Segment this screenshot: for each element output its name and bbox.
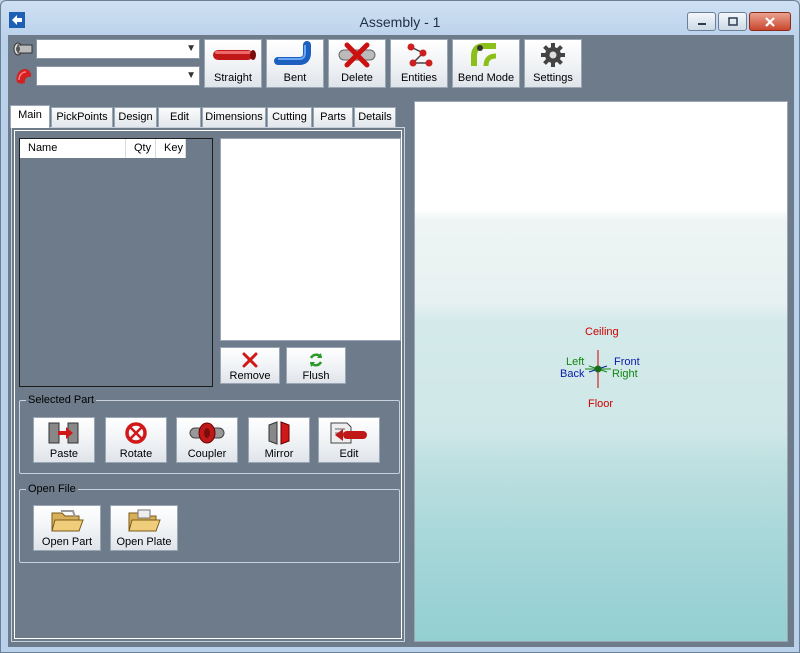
maximize-icon (727, 16, 738, 26)
delete-button[interactable]: Delete (328, 39, 386, 88)
bent-label: Bent (283, 72, 307, 84)
part-preview-box (220, 138, 401, 341)
selected-part-legend: Selected Part (26, 393, 97, 407)
tab-cutting[interactable]: Cutting (267, 107, 312, 127)
paste-button[interactable]: Paste (33, 417, 95, 463)
minimize-button[interactable] (687, 12, 716, 31)
open-file-legend: Open File (26, 482, 78, 496)
paste-label: Paste (49, 448, 79, 460)
open-part-label: Open Part (41, 536, 93, 548)
maximize-button[interactable] (718, 12, 747, 31)
rotate-icon (125, 422, 147, 444)
tab-dimensions[interactable]: Dimensions (202, 107, 266, 127)
delete-tube-icon (338, 42, 376, 68)
mirror-label: Mirror (264, 448, 294, 460)
coupler-button[interactable]: Coupler (176, 417, 238, 463)
parts-list[interactable]: Name Qty Key (19, 138, 213, 387)
straight-label: Straight (214, 72, 252, 84)
mirror-icon (268, 421, 290, 445)
material-icon (12, 66, 36, 86)
close-icon (765, 16, 775, 27)
chevron-down-icon[interactable]: ▼ (186, 43, 196, 54)
chevron-down-icon[interactable]: ▼ (186, 70, 196, 81)
column-qty[interactable]: Qty (126, 139, 156, 158)
coupler-label: Coupler (187, 448, 227, 460)
bend-mode-label: Bend Mode (457, 72, 515, 84)
settings-label: Settings (533, 72, 573, 84)
bend-mode-icon (471, 43, 497, 67)
open-plate-button[interactable]: Open Plate (110, 505, 178, 551)
delete-label: Delete (341, 72, 373, 84)
coupler-icon (189, 422, 225, 444)
floor-label: Floor (588, 398, 614, 410)
main-tab-content: Name Qty Key Remove Flush Selected Part … (14, 130, 402, 639)
open-file-group: Open File Open Part Open Plate (19, 482, 400, 563)
3d-viewport[interactable]: Ceiling Left Back Front Right Floor (414, 101, 788, 642)
entities-icon (407, 43, 433, 67)
edit-part-icon (330, 422, 367, 444)
column-key[interactable]: Key (156, 139, 186, 158)
flush-label: Flush (302, 370, 330, 382)
tab-edit[interactable]: Edit (158, 107, 201, 127)
edit-part-label: Edit (339, 448, 359, 460)
tab-pickpoints[interactable]: PickPoints (51, 107, 113, 127)
window-title: Assembly - 1 (359, 14, 441, 30)
ceiling-label: Ceiling (585, 326, 619, 338)
mirror-button[interactable]: Mirror (248, 417, 310, 463)
straight-tube-icon (213, 50, 256, 60)
bent-tube-icon (274, 41, 311, 65)
material-combo[interactable]: ▼ (36, 66, 200, 86)
straight-button[interactable]: Straight (204, 39, 262, 88)
remove-button[interactable]: Remove (220, 347, 280, 384)
parts-list-header: Name Qty Key (20, 139, 186, 158)
tube-profile-icon (12, 39, 36, 59)
rotate-label: Rotate (119, 448, 153, 460)
gear-icon (541, 43, 565, 67)
remove-x-icon (242, 352, 258, 368)
column-name[interactable]: Name (20, 139, 126, 158)
tube-profile-combo[interactable]: ▼ (36, 39, 200, 59)
edit-part-button[interactable]: Edit (318, 417, 380, 463)
tab-details[interactable]: Details (354, 107, 396, 127)
tube-profile-row: ▼ (12, 39, 200, 59)
close-button[interactable] (749, 12, 791, 31)
open-folder-icon (51, 510, 84, 532)
settings-button[interactable]: Settings (524, 39, 582, 88)
open-part-button[interactable]: Open Part (33, 505, 101, 551)
tab-main[interactable]: Main (10, 105, 50, 128)
bend-mode-button[interactable]: Bend Mode (452, 39, 520, 88)
rotate-button[interactable]: Rotate (105, 417, 167, 463)
bent-button[interactable]: Bent (266, 39, 324, 88)
minimize-icon (697, 22, 706, 25)
selected-part-group: Selected Part Paste Rotate Coupler Mirro… (19, 393, 400, 474)
paste-icon (48, 422, 79, 444)
client-area: ▼ ▼ Straight Bent Delete Entities Bend M… (8, 35, 794, 647)
main-tab-panel: Name Qty Key Remove Flush Selected Part … (11, 127, 405, 642)
remove-label: Remove (229, 370, 271, 382)
axis-gizmo (585, 350, 611, 388)
application-window: Assembly - 1 ▼ ▼ Straight Bent Delete En… (0, 0, 800, 653)
entities-button[interactable]: Entities (390, 39, 448, 88)
tab-parts[interactable]: Parts (313, 107, 353, 127)
open-plate-label: Open Plate (116, 536, 172, 548)
open-folder-icon (128, 509, 161, 532)
flush-refresh-icon (309, 353, 323, 367)
material-row: ▼ (12, 66, 200, 86)
tab-design[interactable]: Design (114, 107, 157, 127)
flush-button[interactable]: Flush (286, 347, 346, 384)
entities-label: Entities (400, 72, 438, 84)
title-bar: Assembly - 1 (1, 1, 799, 35)
